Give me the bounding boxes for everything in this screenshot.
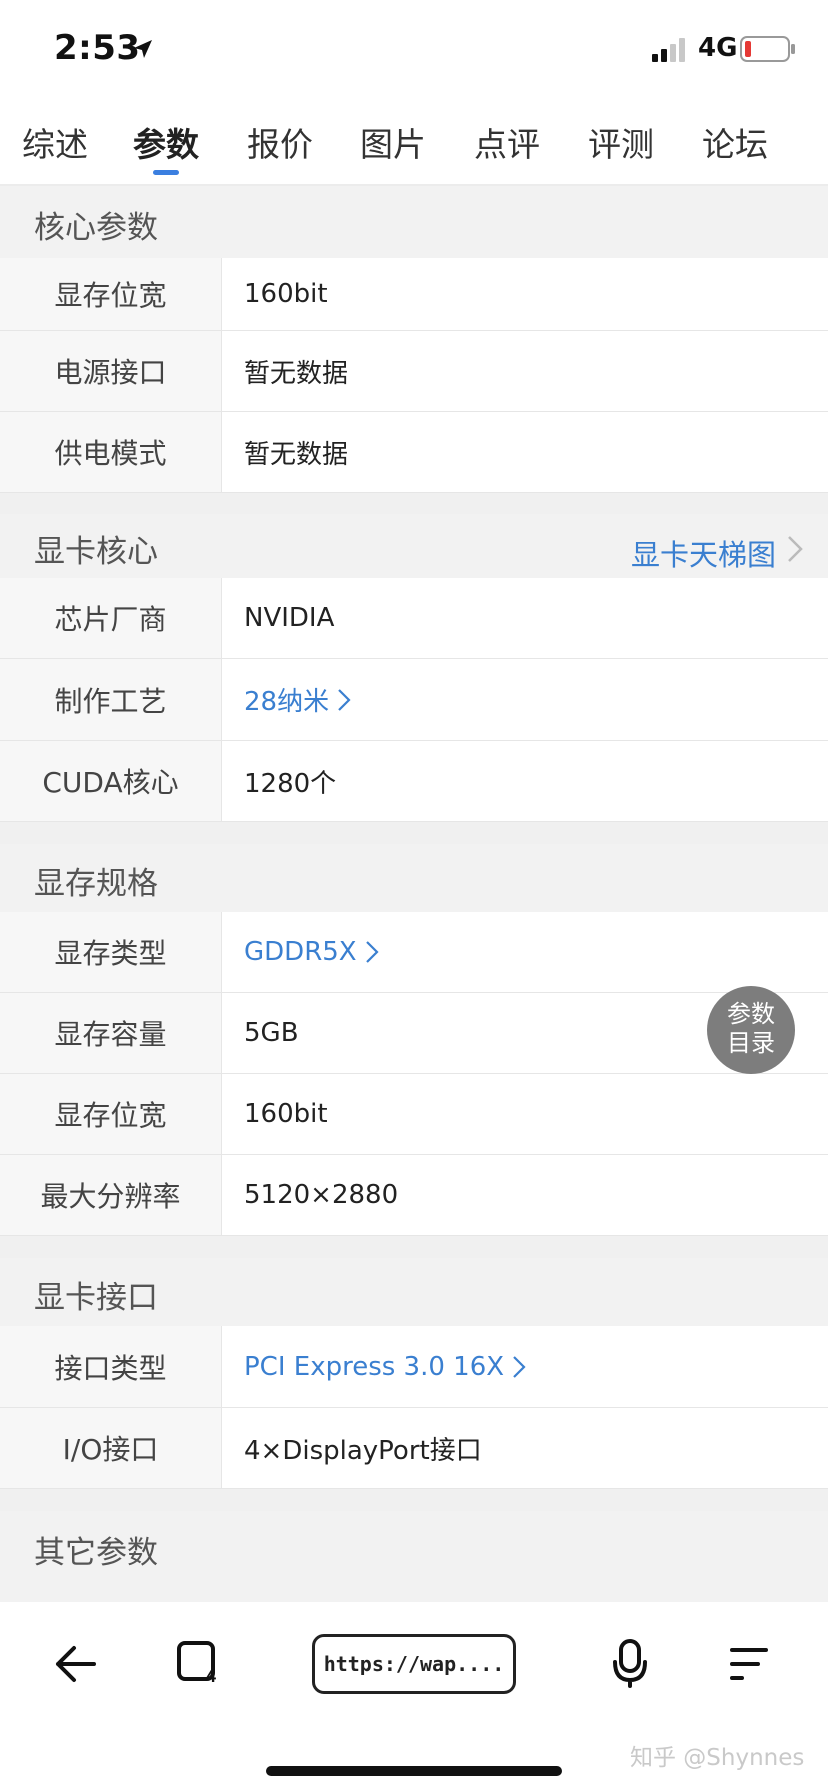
svg-text:4: 4 <box>206 1666 216 1686</box>
chevron-right-icon <box>365 941 379 963</box>
float-button-line1: 参数 <box>727 1000 775 1028</box>
chevron-right-icon <box>788 536 803 562</box>
row-label: 最大分辨率 <box>0 1155 222 1235</box>
table-row: 显存类型 GDDR5X <box>0 912 828 993</box>
status-bar: 2:53 4G <box>0 0 828 98</box>
row-label: 显存类型 <box>0 912 222 992</box>
row-value: PCI Express 3.0 16X <box>244 1351 505 1382</box>
signal-strength-icon <box>652 38 685 62</box>
section-header-other: 其它参数 <box>0 1511 828 1602</box>
row-label: I/O接口 <box>0 1408 222 1488</box>
table-row: 制作工艺 28纳米 <box>0 659 828 741</box>
row-label: 显存位宽 <box>0 1074 222 1154</box>
float-button-line2: 目录 <box>727 1029 775 1057</box>
tab-reviews[interactable]: 评测 <box>566 118 676 166</box>
row-value: 暂无数据 <box>244 358 349 389</box>
watermark-text: 知乎 @Shynnes <box>630 1745 805 1771</box>
row-value: 28纳米 <box>244 687 330 717</box>
row-value: 4×DisplayPort接口 <box>244 1435 482 1466</box>
row-label: 供电模式 <box>0 412 222 492</box>
tab-bar: 综述 参数 报价 图片 点评 评测 论坛 <box>0 98 828 186</box>
table-row: CUDA核心 1280个 <box>0 741 828 822</box>
row-label: CUDA核心 <box>0 741 222 821</box>
tab-forum[interactable]: 论坛 <box>680 118 790 166</box>
tab-comments[interactable]: 点评 <box>452 118 562 166</box>
section-header-gpu-core: 显卡核心 显卡天梯图 <box>0 514 828 578</box>
row-value: NVIDIA <box>244 603 335 633</box>
table-row: 芯片厂商 NVIDIA <box>0 578 828 659</box>
process-link[interactable]: 28纳米 <box>244 659 351 740</box>
section-title-other: 其它参数 <box>34 1535 158 1571</box>
table-row: 最大分辨率 5120×2880 <box>0 1155 828 1236</box>
row-value: 160bit <box>244 1099 328 1129</box>
tab-overview[interactable]: 综述 <box>0 118 110 166</box>
row-label: 显存位宽 <box>0 258 222 330</box>
section-header-interface: 显卡接口 <box>0 1258 828 1326</box>
browser-toolbar: 4 https://wap.... 知乎 @Shynnes <box>0 1602 828 1792</box>
section-title-core: 核心参数 <box>34 210 158 246</box>
row-value: 暂无数据 <box>244 439 349 470</box>
memory-type-link[interactable]: GDDR5X <box>244 912 379 992</box>
params-content: 核心参数 显存位宽 160bit 电源接口 暂无数据 供电模式 暂无数据 显卡核… <box>0 186 828 1602</box>
battery-icon <box>740 36 795 62</box>
address-bar[interactable]: https://wap.... <box>312 1634 516 1694</box>
params-catalog-button[interactable]: 参数 目录 <box>707 986 795 1074</box>
back-arrow-icon[interactable] <box>54 1642 98 1686</box>
table-row: 显存位宽 160bit <box>0 1074 828 1155</box>
table-row: 接口类型 PCI Express 3.0 16X <box>0 1326 828 1408</box>
chevron-right-icon <box>513 1355 526 1378</box>
row-label: 制作工艺 <box>0 659 222 740</box>
row-label: 电源接口 <box>0 331 222 411</box>
microphone-icon[interactable] <box>612 1638 648 1688</box>
interface-type-link[interactable]: PCI Express 3.0 16X <box>244 1326 526 1407</box>
row-value: GDDR5X <box>244 937 357 967</box>
gpu-ranking-link[interactable]: 显卡天梯图 <box>631 532 776 574</box>
tab-price[interactable]: 报价 <box>225 118 335 166</box>
row-value: 5120×2880 <box>244 1180 399 1210</box>
table-row: 显存位宽 160bit <box>0 258 828 331</box>
section-header-memory: 显存规格 <box>0 844 828 912</box>
row-value: 160bit <box>244 279 328 309</box>
status-time: 2:53 <box>54 28 141 68</box>
menu-lines-icon[interactable] <box>728 1646 770 1682</box>
section-header-core: 核心参数 <box>0 186 828 258</box>
table-row: 供电模式 暂无数据 <box>0 412 828 493</box>
active-tab-indicator <box>153 170 179 175</box>
section-title-gpu-core: 显卡核心 <box>34 534 158 570</box>
row-label: 芯片厂商 <box>0 578 222 658</box>
tabs-switcher-icon[interactable]: 4 <box>176 1640 222 1686</box>
table-row: 电源接口 暂无数据 <box>0 331 828 412</box>
tab-params[interactable]: 参数 <box>111 118 221 166</box>
section-title-memory: 显存规格 <box>34 866 158 902</box>
network-type: 4G <box>698 33 738 63</box>
row-label: 接口类型 <box>0 1326 222 1407</box>
tab-pictures[interactable]: 图片 <box>338 118 448 166</box>
table-row: 显存容量 5GB <box>0 993 828 1074</box>
table-row: I/O接口 4×DisplayPort接口 <box>0 1408 828 1489</box>
home-indicator <box>266 1766 562 1776</box>
row-value: 5GB <box>244 1018 299 1048</box>
chevron-right-icon <box>338 688 351 711</box>
row-label: 显存容量 <box>0 993 222 1073</box>
row-value: 1280个 <box>244 768 337 799</box>
location-arrow-icon <box>134 40 152 58</box>
section-title-interface: 显卡接口 <box>34 1280 158 1316</box>
